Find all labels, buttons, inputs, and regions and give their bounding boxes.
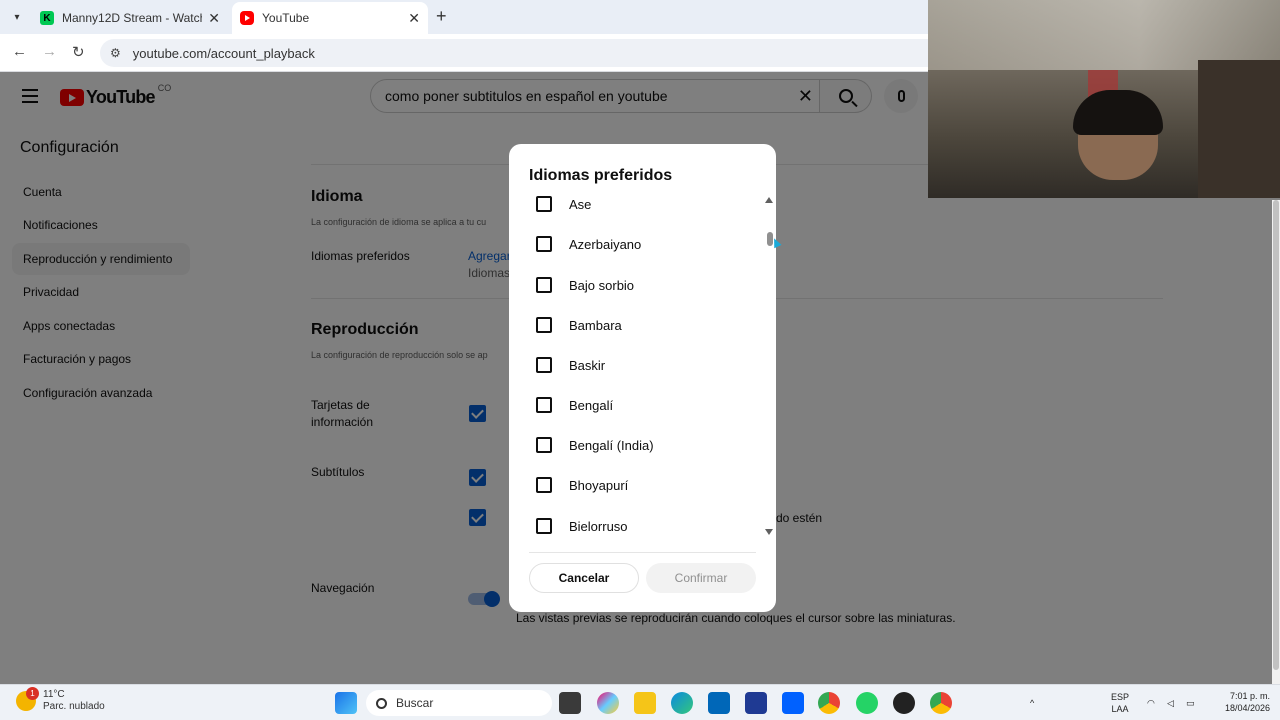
forward-arrow-icon[interactable]: → bbox=[42, 43, 57, 60]
url-text: youtube.com/account_playback bbox=[132, 45, 315, 61]
tray-chevron-icon[interactable]: ^ bbox=[1030, 697, 1034, 709]
scroll-down-arrow-icon[interactable] bbox=[765, 529, 773, 535]
tab-title: Manny12D Stream - Watch Live bbox=[62, 11, 202, 25]
tab-search-chevron-icon[interactable]: ▾ bbox=[6, 7, 28, 27]
clock-date: 18/04/2026 bbox=[1224, 703, 1270, 713]
language-option[interactable]: Azerbaiyano bbox=[536, 234, 641, 254]
battery-icon[interactable]: ▭ bbox=[1186, 697, 1195, 709]
wifi-icon[interactable]: ◠ bbox=[1147, 697, 1155, 709]
scroll-up-arrow-icon[interactable] bbox=[765, 197, 773, 203]
webcam-person-hair bbox=[1073, 90, 1163, 135]
tab-close-icon[interactable]: ✕ bbox=[408, 10, 420, 27]
dialog-divider bbox=[529, 552, 756, 553]
language-option[interactable]: Ase bbox=[536, 194, 591, 214]
language-label: Bambara bbox=[569, 317, 622, 333]
youtube-favicon-icon bbox=[240, 11, 254, 25]
tab-youtube[interactable]: YouTube ✕ bbox=[232, 2, 428, 34]
reload-icon[interactable]: ↻ bbox=[72, 43, 85, 61]
app-icon[interactable] bbox=[893, 692, 915, 714]
system-clock[interactable]: 7:01 p. m. 18/04/2026 bbox=[1210, 690, 1270, 714]
tab-close-icon[interactable]: ✕ bbox=[208, 10, 220, 27]
chrome-profile-icon[interactable] bbox=[930, 692, 952, 714]
language-label: Ase bbox=[569, 196, 592, 212]
tab-manny-stream[interactable]: K Manny12D Stream - Watch Live ✕ bbox=[32, 4, 228, 32]
language-label: Bielorruso bbox=[569, 518, 628, 534]
checkbox-icon bbox=[536, 277, 552, 293]
webcam-overlay bbox=[928, 0, 1280, 198]
clock-time: 7:01 p. m. bbox=[1229, 691, 1270, 701]
b-app-icon[interactable] bbox=[745, 692, 767, 714]
new-tab-button[interactable]: + bbox=[436, 6, 447, 27]
lang-top: ESP bbox=[1111, 692, 1130, 702]
edge-icon[interactable] bbox=[671, 692, 693, 714]
task-view-icon[interactable] bbox=[559, 692, 581, 714]
page-scrollbar[interactable] bbox=[1272, 200, 1280, 684]
search-icon bbox=[376, 697, 387, 709]
language-label: Bengalí bbox=[569, 397, 614, 413]
language-option[interactable]: Bhoyapurí bbox=[536, 475, 628, 495]
language-option[interactable]: Bielorruso bbox=[536, 516, 628, 536]
weather-temp: 11°C bbox=[43, 689, 65, 700]
language-option[interactable]: Bengalí (India) bbox=[536, 435, 654, 455]
dialog-title: Idiomas preferidos bbox=[529, 167, 673, 184]
weather-widget[interactable]: 1 11°C Parc. nublado bbox=[16, 687, 105, 713]
kick-favicon-icon: K bbox=[40, 11, 54, 25]
input-language[interactable]: ESP LAA bbox=[1111, 691, 1129, 715]
microsoft-store-icon[interactable] bbox=[708, 692, 730, 714]
checkbox-icon bbox=[536, 236, 552, 252]
copilot-icon[interactable] bbox=[597, 692, 619, 714]
checkbox-icon bbox=[536, 317, 552, 333]
checkbox-icon bbox=[536, 437, 552, 453]
checkbox-icon bbox=[536, 477, 552, 493]
weather-badge: 1 bbox=[26, 687, 39, 700]
confirm-button[interactable]: Confirmar bbox=[646, 563, 756, 593]
weather-desc: Parc. nublado bbox=[43, 701, 105, 712]
page-scrollbar-thumb[interactable] bbox=[1273, 200, 1279, 670]
language-label: Bajo sorbio bbox=[569, 277, 635, 293]
checkbox-icon bbox=[536, 518, 552, 534]
windows-start-icon[interactable] bbox=[335, 692, 357, 714]
back-arrow-icon[interactable]: ← bbox=[12, 43, 27, 60]
taskbar-search[interactable]: Buscar bbox=[366, 690, 552, 716]
volume-icon[interactable]: ◁ bbox=[1167, 697, 1174, 709]
checkbox-icon bbox=[536, 397, 552, 413]
checkbox-icon bbox=[536, 357, 552, 373]
windows-taskbar: 1 11°C Parc. nublado Buscar ^ ESP LAA ◠ … bbox=[0, 684, 1280, 720]
language-label: Baskir bbox=[569, 357, 606, 373]
language-option[interactable]: Bengalí bbox=[536, 395, 613, 415]
file-explorer-icon[interactable] bbox=[634, 692, 656, 714]
language-label: Azerbaiyano bbox=[569, 236, 642, 252]
tab-title: YouTube bbox=[262, 11, 310, 25]
language-option[interactable]: Baskir bbox=[536, 355, 605, 375]
preferred-languages-dialog: Idiomas preferidos Ase Azerbaiyano Bajo … bbox=[509, 144, 782, 612]
site-info-icon[interactable]: ⚙ bbox=[110, 46, 121, 60]
language-label: Bhoyapurí bbox=[569, 477, 629, 493]
language-option[interactable]: Bambara bbox=[536, 315, 622, 335]
language-option[interactable]: Bajo sorbio bbox=[536, 275, 634, 295]
chrome-icon[interactable] bbox=[818, 692, 840, 714]
cancel-button[interactable]: Cancelar bbox=[529, 563, 639, 593]
checkbox-icon bbox=[536, 196, 552, 212]
taskbar-search-label: Buscar bbox=[396, 696, 434, 710]
whatsapp-icon[interactable] bbox=[856, 692, 878, 714]
lang-bottom: LAA bbox=[1111, 704, 1129, 714]
dropbox-icon[interactable] bbox=[782, 692, 804, 714]
webcam-shelf bbox=[1198, 60, 1280, 198]
language-label: Bengalí (India) bbox=[569, 437, 654, 453]
